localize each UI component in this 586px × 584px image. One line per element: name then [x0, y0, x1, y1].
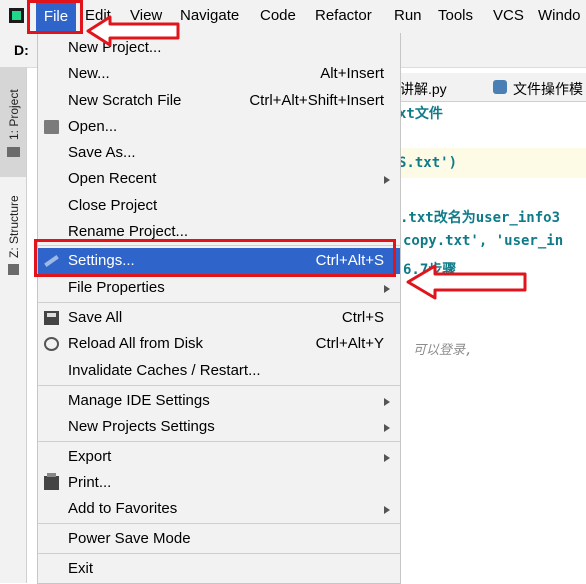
- menu-code[interactable]: Code: [260, 7, 296, 24]
- menu-item-label: New Scratch File: [68, 92, 182, 109]
- editor-tab-2[interactable]: 文件操作模: [513, 79, 583, 99]
- menu-item-export[interactable]: Export: [38, 444, 400, 470]
- menu-separator: [38, 441, 400, 442]
- code-line: xt文件: [398, 106, 443, 122]
- menu-item-reload-all[interactable]: Reload All from Disk Ctrl+Alt+Y: [38, 331, 400, 357]
- menu-item-shortcut: Ctrl+S: [341, 309, 384, 326]
- menu-item-save-all[interactable]: Save All Ctrl+S: [38, 305, 400, 331]
- code-line: copy.txt', 'user_in: [403, 233, 564, 249]
- menu-item-label: Open...: [68, 118, 118, 135]
- menu-item-label: Manage IDE Settings: [68, 392, 210, 409]
- submenu-arrow-icon: [384, 506, 390, 514]
- submenu-arrow-icon: [384, 176, 390, 184]
- menu-item-invalidate-caches[interactable]: Invalidate Caches / Restart...: [38, 358, 400, 384]
- annotation-arrow-file-icon: [86, 15, 180, 47]
- menu-item-file-properties[interactable]: File Properties: [38, 275, 400, 301]
- menu-item-shortcut: Alt+Insert: [320, 65, 384, 82]
- menu-tools[interactable]: Tools: [438, 7, 473, 24]
- code-line: .txt改名为user_info3: [400, 210, 561, 226]
- menu-item-label: Save As...: [68, 144, 136, 161]
- menu-item-label: Reload All from Disk: [68, 335, 204, 352]
- file-menu-dropdown: New Project... New... Alt+Insert New Scr…: [37, 33, 401, 584]
- menu-item-new[interactable]: New... Alt+Insert: [38, 61, 400, 87]
- menu-separator: [38, 385, 400, 386]
- menu-item-label: Rename Project...: [68, 223, 189, 240]
- annotation-box-settings: [34, 239, 396, 277]
- menu-separator: [38, 553, 400, 554]
- code-comment: 可以登录,: [413, 343, 473, 358]
- python-file-icon: [493, 80, 507, 94]
- tool-tab-structure-label[interactable]: Z: Structure: [7, 195, 21, 258]
- folder-icon: [44, 120, 59, 134]
- print-icon: [44, 473, 59, 490]
- editor-tab-1[interactable]: 讲解.py: [400, 79, 447, 99]
- menu-item-label: Open Recent: [68, 170, 157, 187]
- menu-item-label: Power Save Mode: [68, 530, 191, 547]
- menu-item-close-project[interactable]: Close Project: [38, 193, 400, 219]
- submenu-arrow-icon: [384, 454, 390, 462]
- menu-item-shortcut: Ctrl+Alt+Y: [315, 335, 384, 352]
- structure-icon: [8, 264, 19, 275]
- menu-item-label: Exit: [68, 560, 94, 577]
- menu-item-power-save-mode[interactable]: Power Save Mode: [38, 526, 400, 552]
- menu-navigate[interactable]: Navigate: [180, 7, 239, 24]
- menu-item-save-as[interactable]: Save As...: [38, 140, 400, 166]
- project-folder-icon: [7, 147, 20, 157]
- menu-item-label: New Projects Settings: [68, 418, 215, 435]
- menu-separator: [38, 523, 400, 524]
- menu-item-label: New...: [68, 65, 110, 82]
- project-path-label: D:: [14, 42, 29, 58]
- menu-item-add-to-favorites[interactable]: Add to Favorites: [38, 496, 400, 522]
- tool-tab-project-label: 1: Project: [7, 89, 21, 140]
- submenu-arrow-icon: [384, 424, 390, 432]
- annotation-arrow-settings-icon: [406, 264, 527, 300]
- reload-icon: [44, 337, 59, 351]
- menu-item-label: Add to Favorites: [68, 500, 178, 517]
- submenu-arrow-icon: [384, 398, 390, 406]
- menu-item-new-scratch-file[interactable]: New Scratch File Ctrl+Alt+Shift+Insert: [38, 88, 400, 114]
- menu-item-label: Export: [68, 448, 112, 465]
- menu-item-exit[interactable]: Exit: [38, 556, 400, 582]
- annotation-box-file: [27, 0, 83, 34]
- menu-item-label: Invalidate Caches / Restart...: [68, 362, 261, 379]
- menu-item-print[interactable]: Print...: [38, 470, 400, 496]
- menu-item-manage-ide-settings[interactable]: Manage IDE Settings: [38, 388, 400, 414]
- menu-vcs[interactable]: VCS: [493, 7, 524, 24]
- menu-item-label: Print...: [68, 474, 112, 491]
- menu-item-label: Save All: [68, 309, 123, 326]
- menu-item-label: File Properties: [68, 279, 165, 296]
- menu-separator: [38, 302, 400, 303]
- menu-item-shortcut: Ctrl+Alt+Shift+Insert: [249, 92, 384, 109]
- menu-item-label: Close Project: [68, 197, 158, 214]
- menu-item-new-projects-settings[interactable]: New Projects Settings: [38, 414, 400, 440]
- submenu-arrow-icon: [384, 285, 390, 293]
- menu-item-open-recent[interactable]: Open Recent: [38, 166, 400, 192]
- menu-item-open[interactable]: Open...: [38, 114, 400, 140]
- menu-refactor[interactable]: Refactor: [315, 7, 372, 24]
- code-line: S.txt'): [398, 155, 458, 171]
- save-icon: [44, 311, 59, 325]
- menu-run[interactable]: Run: [394, 7, 422, 24]
- pycharm-logo-icon: [9, 8, 24, 23]
- menu-window[interactable]: Windo: [538, 7, 581, 24]
